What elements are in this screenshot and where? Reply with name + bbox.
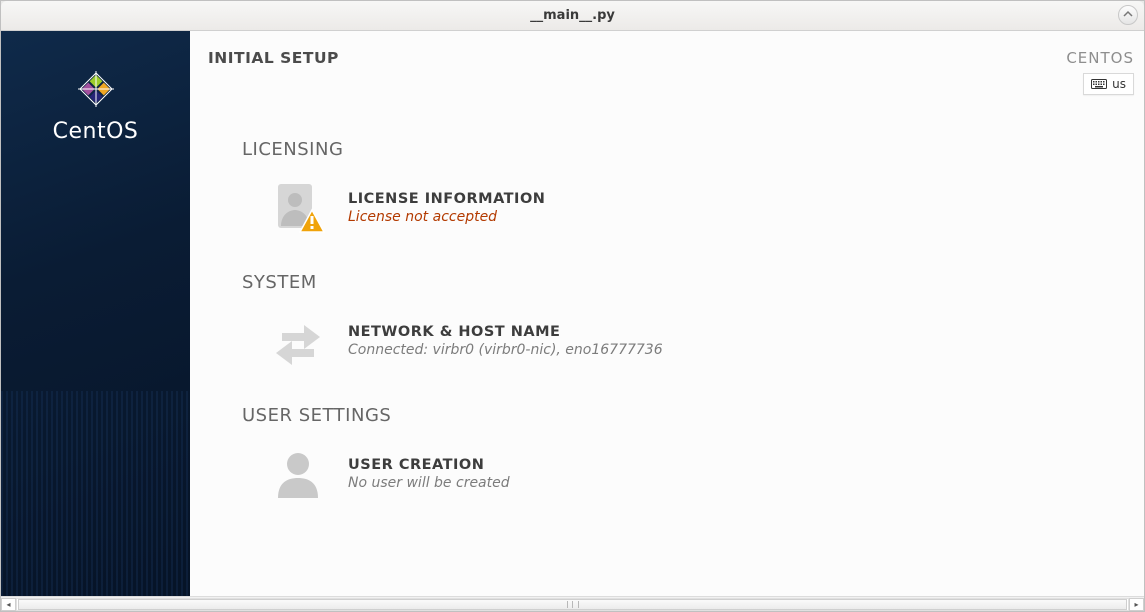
window-frame: __main__.py CentOS: [0, 0, 1145, 612]
spoke-network-text: NETWORK & HOST NAME Connected: virbr0 (v…: [348, 324, 663, 358]
spoke-user-creation[interactable]: USER CREATION No user will be created: [242, 440, 1124, 508]
header-row: INITIAL SETUP CENTOS us: [190, 31, 1144, 95]
spoke-user-status: No user will be created: [348, 475, 510, 491]
network-arrows-icon: [268, 311, 328, 371]
scroll-left-button[interactable]: ◂: [1, 598, 16, 611]
section-heading-licensing: LICENSING: [242, 139, 1124, 160]
spoke-license-title: LICENSE INFORMATION: [348, 191, 545, 207]
spoke-network-status: Connected: virbr0 (virbr0-nic), eno16777…: [348, 342, 663, 358]
document-warning-icon: [268, 178, 328, 238]
window-titlebar[interactable]: __main__.py: [1, 1, 1144, 31]
window-body: CentOS INITIAL SETUP CENTOS us: [1, 31, 1144, 611]
user-silhouette-icon: [268, 444, 328, 504]
spoke-user-title: USER CREATION: [348, 457, 510, 473]
spoke-license-information[interactable]: LICENSE INFORMATION License not accepted: [242, 174, 1124, 242]
keyboard-layout-label: us: [1112, 77, 1126, 91]
distribution-name: CENTOS: [1066, 49, 1134, 67]
scroll-right-button[interactable]: ▸: [1129, 598, 1144, 611]
keyboard-layout-indicator[interactable]: us: [1083, 73, 1134, 95]
spoke-network-title: NETWORK & HOST NAME: [348, 324, 663, 340]
window-controls: [1118, 5, 1138, 25]
centos-logo: CentOS: [53, 65, 139, 144]
horizontal-scrollbar[interactable]: ◂ ▸: [1, 596, 1144, 611]
content-area: LICENSING LICENSE INFORMATION: [190, 95, 1144, 528]
spoke-license-status: License not accepted: [348, 209, 545, 225]
header-right: CENTOS us: [1066, 49, 1134, 95]
spoke-user-text: USER CREATION No user will be created: [348, 457, 510, 491]
scroll-thumb[interactable]: [18, 599, 1127, 610]
sidebar: CentOS: [1, 31, 190, 611]
spoke-license-text: LICENSE INFORMATION License not accepted: [348, 191, 545, 225]
section-heading-system: SYSTEM: [242, 272, 1124, 293]
window-maximize-icon[interactable]: [1118, 5, 1138, 25]
section-heading-user-settings: USER SETTINGS: [242, 405, 1124, 426]
keyboard-icon: [1091, 79, 1107, 89]
page-title: INITIAL SETUP: [208, 49, 339, 67]
centos-wordmark: CentOS: [53, 119, 139, 144]
main-panel: INITIAL SETUP CENTOS us LICE: [190, 31, 1144, 611]
spoke-network-hostname[interactable]: NETWORK & HOST NAME Connected: virbr0 (v…: [242, 307, 1124, 375]
window-title: __main__.py: [530, 8, 615, 23]
scroll-track[interactable]: [16, 598, 1129, 611]
centos-mark-icon: [72, 65, 120, 113]
